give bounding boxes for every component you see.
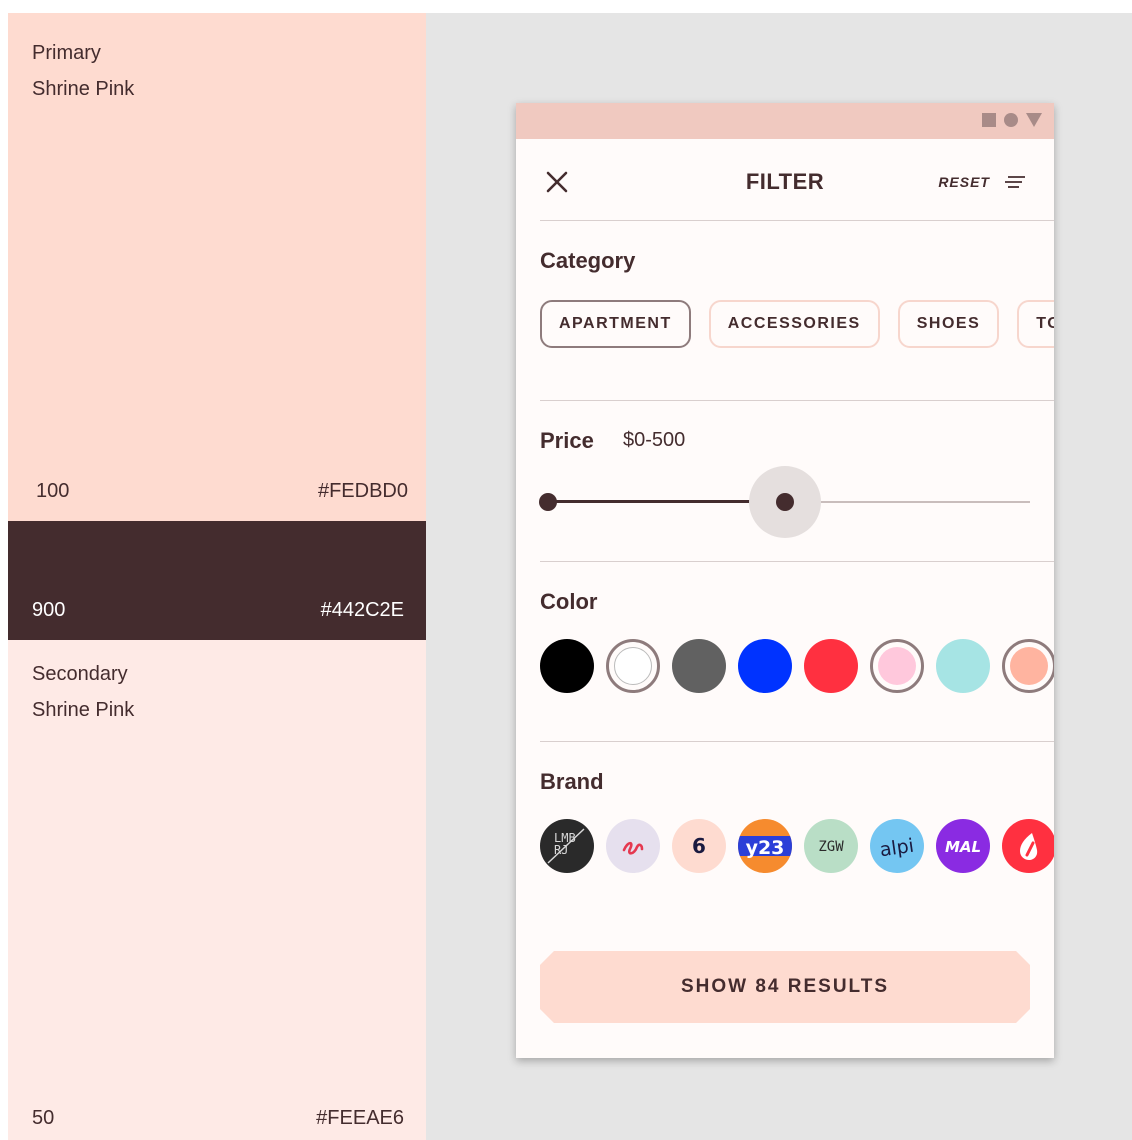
- color-palette: Primary Shrine Pink 100 #FEDBD0 900 #442…: [8, 13, 426, 1140]
- color-swatch-black[interactable]: [540, 639, 594, 693]
- dark-hex: #442C2E: [320, 599, 404, 621]
- six-logo: 6: [692, 834, 706, 858]
- swatch-fill: [878, 647, 916, 685]
- secondary-level: 50: [32, 1107, 55, 1129]
- primary-title-line2: Shrine Pink: [32, 78, 135, 100]
- brand-alpi[interactable]: alpi: [870, 819, 924, 873]
- price-slider-max-thumb[interactable]: [776, 493, 794, 511]
- brand-drop[interactable]: [1002, 819, 1054, 873]
- svg-text:alpi: alpi: [878, 835, 915, 862]
- primary-swatch: Primary Shrine Pink 100 #FEDBD0: [8, 13, 426, 521]
- secondary-title-line1: Secondary: [32, 663, 128, 685]
- swatch-fill: [614, 647, 652, 685]
- category-title: Category: [540, 248, 636, 273]
- status-icons: [982, 113, 1042, 127]
- category-chips: APARTMENT ACCESSORIES SHOES TO: [540, 300, 1054, 348]
- brand-logos: LMB RJ 6 y23 ZGW: [540, 819, 1054, 873]
- chip-apartment[interactable]: APARTMENT: [540, 300, 691, 348]
- primary-level: 100: [36, 480, 70, 502]
- square-icon: [982, 113, 996, 127]
- color-title: Color: [540, 589, 598, 614]
- phone-mockup: FILTER RESET Category APARTMENT ACCESSOR…: [516, 103, 1054, 1058]
- secondary-swatch-title: Secondary Shrine Pink: [32, 656, 134, 728]
- secondary-swatch: Secondary Shrine Pink 50 #FEEAE6: [8, 640, 426, 1140]
- price-value: $0-500: [623, 429, 686, 451]
- divider: [540, 561, 1054, 562]
- show-results-button[interactable]: SHOW 84 RESULTS: [540, 951, 1030, 1023]
- swatch-fill: [1010, 647, 1048, 685]
- y23-logo: y23: [738, 836, 792, 859]
- sort-lines-icon: [1005, 176, 1025, 188]
- chip-shoes[interactable]: SHOES: [897, 300, 1000, 348]
- brand-y23[interactable]: y23: [738, 819, 792, 873]
- squiggle-logo: [622, 841, 644, 855]
- mal-logo: MAL: [945, 838, 981, 856]
- color-swatch-aqua[interactable]: [936, 639, 990, 693]
- top-app-bar: FILTER RESET: [516, 139, 1054, 223]
- color-swatch-white[interactable]: [606, 639, 660, 693]
- brand-mal[interactable]: MAL: [936, 819, 990, 873]
- color-swatch-pink[interactable]: [870, 639, 924, 693]
- reset-label: RESET: [938, 174, 990, 190]
- brand-title: Brand: [540, 769, 604, 794]
- alpi-logo: alpi: [878, 835, 915, 862]
- color-swatches: [540, 639, 1054, 693]
- reset-button[interactable]: RESET: [938, 174, 1026, 190]
- dark-swatch: 900 #442C2E: [8, 521, 426, 640]
- secondary-title-line2: Shrine Pink: [32, 699, 135, 721]
- color-swatch-peach[interactable]: [1002, 639, 1054, 693]
- status-bar: [516, 103, 1054, 139]
- color-swatch-gray[interactable]: [672, 639, 726, 693]
- circle-icon: [1004, 113, 1018, 127]
- brand-lmbrj[interactable]: LMB RJ: [540, 819, 594, 873]
- secondary-hex: #FEEAE6: [316, 1107, 404, 1129]
- divider: [540, 220, 1054, 221]
- lmbrj-logo: LMB RJ: [547, 828, 585, 864]
- primary-swatch-title: Primary Shrine Pink: [32, 35, 134, 107]
- primary-hex: #FEDBD0: [317, 480, 408, 502]
- brand-six[interactable]: 6: [672, 819, 726, 873]
- chip-to[interactable]: TO: [1017, 300, 1054, 348]
- brand-zgw[interactable]: ZGW: [804, 819, 858, 873]
- zgw-logo: ZGW: [818, 839, 844, 855]
- dark-level: 900: [32, 599, 66, 621]
- drop-logo: [1020, 833, 1038, 860]
- brand-squiggle[interactable]: [606, 819, 660, 873]
- chip-accessories[interactable]: ACCESSORIES: [708, 300, 880, 348]
- svg-text:6: 6: [692, 834, 706, 858]
- color-swatch-blue[interactable]: [738, 639, 792, 693]
- price-title: Price: [540, 428, 594, 453]
- svg-text:MAL: MAL: [945, 838, 981, 856]
- svg-text:y23: y23: [746, 837, 785, 859]
- divider: [540, 741, 1054, 742]
- triangle-icon: [1026, 113, 1042, 127]
- color-swatch-red[interactable]: [804, 639, 858, 693]
- divider: [540, 400, 1054, 401]
- svg-text:ZGW: ZGW: [818, 839, 844, 855]
- primary-title-line1: Primary: [32, 42, 101, 64]
- price-slider-min-thumb[interactable]: [539, 493, 557, 511]
